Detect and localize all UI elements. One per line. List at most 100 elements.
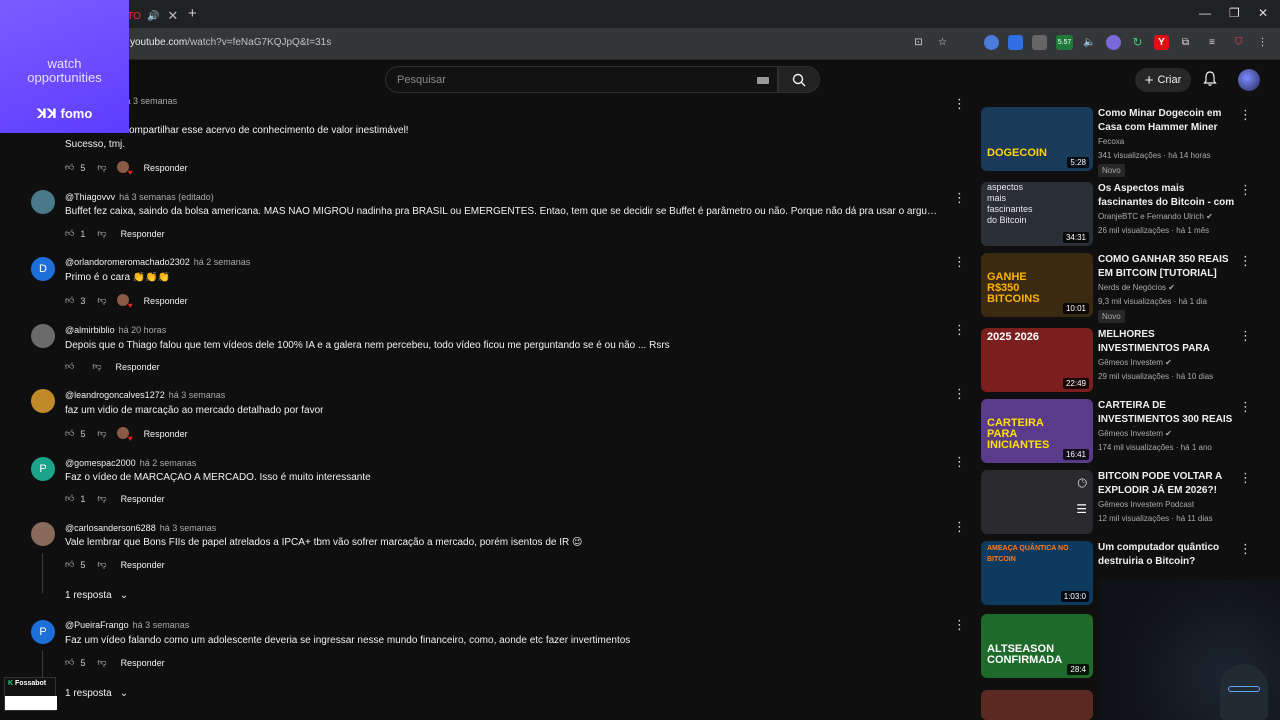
- video-thumbnail[interactable]: ALTSEASON CONFIRMADA 28:4: [981, 614, 1093, 678]
- extension-translate-icon[interactable]: [1008, 35, 1023, 50]
- recommended-video[interactable]: DOGECOIN 5:28 Como Minar Dogecoin em Casa…: [981, 107, 1252, 177]
- comment-author[interactable]: @almirbiblio: [65, 325, 115, 335]
- close-tab-icon[interactable]: ✕: [167, 8, 178, 24]
- media-icon[interactable]: ≡: [1202, 35, 1222, 50]
- comment-author[interactable]: @PueiraFrango: [65, 620, 129, 630]
- like-icon[interactable]: 👍︎: [65, 361, 74, 372]
- keyboard-icon[interactable]: [757, 77, 769, 84]
- reply-button[interactable]: Responder: [121, 560, 165, 570]
- video-title[interactable]: BITCOIN PODE VOLTAR A EXPLODIR JÁ EM 202…: [1098, 470, 1236, 498]
- video-thumbnail[interactable]: Os aspectos mais fascinantes do Bitcoin 3…: [981, 182, 1093, 246]
- extension-shield-icon[interactable]: ⛉: [1231, 35, 1246, 50]
- reply-button[interactable]: Responder: [121, 229, 165, 239]
- comment-time[interactable]: há 20 horas: [119, 325, 167, 335]
- browser-tab[interactable]: NTO 🔊 ✕: [120, 4, 184, 28]
- reply-button[interactable]: Responder: [121, 494, 165, 504]
- puzzle-icon[interactable]: ⧉: [1178, 35, 1193, 50]
- video-menu-icon[interactable]: ⋮: [1239, 182, 1252, 198]
- avatar[interactable]: [31, 324, 55, 348]
- video-thumbnail[interactable]: 2025 2026 22:49: [981, 328, 1093, 392]
- video-thumbnail[interactable]: DOGECOIN 5:28: [981, 107, 1093, 171]
- comment-time[interactable]: há 2 semanas: [194, 257, 251, 267]
- channel-name[interactable]: Nerds de Negócios ✔: [1098, 283, 1175, 292]
- add-to-queue-icon[interactable]: ☰: [1076, 502, 1087, 516]
- reply-button[interactable]: Responder: [116, 362, 160, 372]
- avatar[interactable]: P: [31, 620, 55, 644]
- extension-y-icon[interactable]: Y: [1154, 35, 1169, 50]
- replies-toggle[interactable]: 1 resposta ⌄: [65, 688, 128, 699]
- recommended-video[interactable]: 2025 2026 22:49 MELHORES INVESTIMENTOS PA…: [981, 328, 1252, 392]
- comment-time[interactable]: há 3 semanas: [169, 390, 226, 400]
- recommended-video[interactable]: Os aspectos mais fascinantes do Bitcoin 3…: [981, 182, 1252, 246]
- restore-icon[interactable]: ❐: [1229, 6, 1240, 20]
- dislike-icon[interactable]: 👎︎: [97, 559, 106, 570]
- dislike-icon[interactable]: 👎︎: [97, 493, 106, 504]
- search-input[interactable]: Pesquisar: [385, 66, 778, 93]
- like-icon[interactable]: 👍︎: [65, 295, 74, 306]
- comment-time[interactable]: há 3 semanas: [121, 96, 178, 106]
- extension-globe-icon[interactable]: [984, 35, 999, 50]
- search-button[interactable]: [778, 66, 820, 93]
- video-menu-icon[interactable]: ⋮: [1239, 328, 1252, 344]
- comment-menu-icon[interactable]: ⋮: [953, 617, 966, 633]
- watch-later-icon[interactable]: 🕒︎: [1078, 476, 1088, 491]
- comment-menu-icon[interactable]: ⋮: [953, 454, 966, 470]
- video-thumbnail[interactable]: [981, 690, 1093, 720]
- reply-button[interactable]: Responder: [144, 163, 188, 173]
- star-icon[interactable]: ☆: [935, 35, 950, 50]
- like-icon[interactable]: 👍︎: [65, 228, 74, 239]
- video-menu-icon[interactable]: ⋮: [1239, 470, 1252, 486]
- like-icon[interactable]: 👍︎: [65, 428, 74, 439]
- menu-icon[interactable]: ⋮: [1255, 35, 1270, 50]
- comment-author[interactable]: @carlosanderson6288: [65, 523, 156, 533]
- video-title[interactable]: COMO GANHAR 350 REAIS EM BITCOIN [TUTORI…: [1098, 253, 1236, 281]
- comment-menu-icon[interactable]: ⋮: [953, 322, 966, 338]
- avatar[interactable]: P: [31, 457, 55, 481]
- dislike-icon[interactable]: 👎︎: [97, 228, 106, 239]
- reply-button[interactable]: Responder: [144, 296, 188, 306]
- video-title[interactable]: Como Minar Dogecoin em Casa com Hammer M…: [1098, 107, 1236, 135]
- video-title[interactable]: MELHORES INVESTIMENTOS PARA FICAR RICO E…: [1098, 328, 1236, 356]
- volume-icon[interactable]: 🔈: [1082, 35, 1097, 50]
- video-thumbnail[interactable]: GANHE R$350 BITCOINS 10:01: [981, 253, 1093, 317]
- video-menu-icon[interactable]: ⋮: [1239, 399, 1252, 415]
- close-window-icon[interactable]: ✕: [1258, 6, 1268, 20]
- comment-time[interactable]: há 3 semanas: [160, 523, 217, 533]
- comment-author[interactable]: @leandrogoncalves1272: [65, 390, 165, 400]
- like-icon[interactable]: 👍︎: [65, 559, 74, 570]
- dislike-icon[interactable]: 👎︎: [92, 361, 101, 372]
- extension-refresh-icon[interactable]: ↻: [1130, 35, 1145, 50]
- avatar[interactable]: [31, 389, 55, 413]
- extension-badge[interactable]: 5.57: [1056, 35, 1073, 50]
- account-avatar[interactable]: [1238, 69, 1260, 91]
- video-menu-icon[interactable]: ⋮: [1239, 253, 1252, 269]
- comment-menu-icon[interactable]: ⋮: [953, 190, 966, 206]
- create-button[interactable]: + Criar: [1135, 68, 1191, 92]
- video-title[interactable]: CARTEIRA DE INVESTIMENTOS 300 REAIS POR …: [1098, 399, 1236, 427]
- dislike-icon[interactable]: 👎︎: [97, 428, 106, 439]
- notifications-button[interactable]: [1203, 71, 1217, 92]
- comment-author[interactable]: @Thiagovvv: [65, 192, 115, 202]
- minimize-icon[interactable]: —: [1199, 6, 1211, 20]
- recommended-video[interactable]: GANHE R$350 BITCOINS 10:01 COMO GANHAR 35…: [981, 253, 1252, 323]
- video-menu-icon[interactable]: ⋮: [1239, 541, 1252, 557]
- comment-menu-icon[interactable]: ⋮: [953, 254, 966, 270]
- url-field[interactable]: youtube.com/watch?v=feNaG7KQJpQ&t=31s: [130, 37, 331, 48]
- reply-button[interactable]: Responder: [121, 658, 165, 668]
- avatar[interactable]: [31, 190, 55, 214]
- avatar[interactable]: [31, 522, 55, 546]
- dislike-icon[interactable]: 👎︎: [97, 162, 106, 173]
- replies-toggle[interactable]: 1 resposta ⌄: [65, 590, 128, 601]
- channel-name[interactable]: OranjeBTC e Fernando Ulrich ✔: [1098, 212, 1213, 221]
- comment-menu-icon[interactable]: ⋮: [953, 96, 966, 112]
- comment-author[interactable]: @gomespac2000: [65, 458, 136, 468]
- video-thumbnail[interactable]: AMEAÇA QUÂNTICA NO BITCOIN 1:03:0: [981, 541, 1093, 605]
- channel-name[interactable]: Gêmeos Investem Podcast: [1098, 500, 1194, 509]
- channel-name[interactable]: Gêmeos Investem ✔: [1098, 429, 1172, 438]
- new-tab-icon[interactable]: +: [188, 5, 197, 22]
- install-icon[interactable]: ⊡: [911, 35, 926, 50]
- extension-window-icon[interactable]: [1032, 35, 1047, 50]
- video-title[interactable]: Os Aspectos mais fascinantes do Bitcoin …: [1098, 182, 1236, 210]
- extension-discord-icon[interactable]: [1106, 35, 1121, 50]
- video-menu-icon[interactable]: ⋮: [1239, 107, 1252, 123]
